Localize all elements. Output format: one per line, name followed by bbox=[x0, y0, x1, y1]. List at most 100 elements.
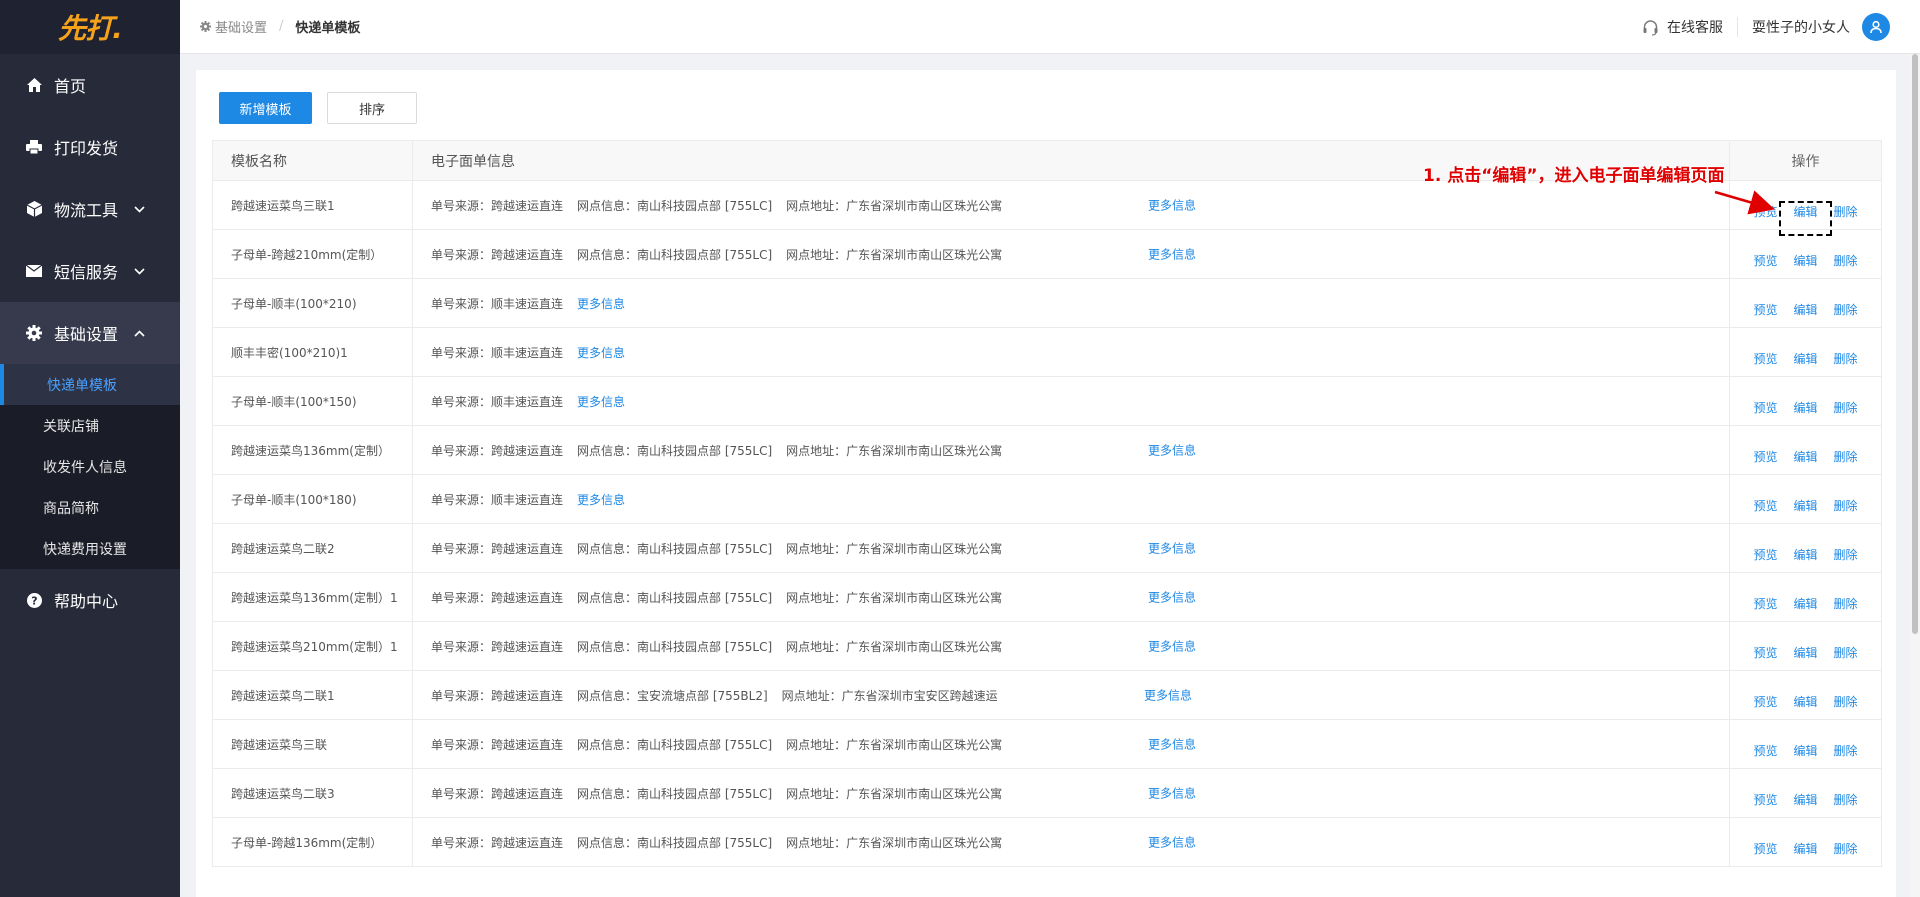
delete-link[interactable]: 删除 bbox=[1834, 301, 1858, 318]
sidebar-subitem-product-alias[interactable]: 商品简称 bbox=[0, 487, 180, 528]
sort-button[interactable]: 排序 bbox=[327, 92, 417, 124]
more-info-link[interactable]: 更多信息 bbox=[1148, 834, 1196, 851]
edit-link[interactable]: 编辑 bbox=[1793, 693, 1817, 710]
delete-link[interactable]: 删除 bbox=[1834, 595, 1858, 612]
preview-link[interactable]: 预览 bbox=[1753, 497, 1777, 514]
sidebar-item-settings[interactable]: 基础设置 bbox=[0, 302, 180, 364]
delete-link[interactable]: 删除 bbox=[1834, 448, 1858, 465]
waybill-info-line: 单号来源：顺丰速运直连 更多信息 bbox=[431, 393, 1729, 410]
vertical-scrollbar[interactable] bbox=[1910, 54, 1920, 897]
waybill-address: 网点地址：广东省深圳市南山区珠光公寓 bbox=[786, 198, 1003, 213]
waybill-source: 单号来源：跨越速运直连 bbox=[431, 688, 564, 703]
preview-link[interactable]: 预览 bbox=[1753, 350, 1777, 367]
delete-link[interactable]: 删除 bbox=[1834, 350, 1858, 367]
sidebar-item-print[interactable]: 打印发货 bbox=[0, 116, 180, 178]
edit-link[interactable]: 编辑 bbox=[1793, 448, 1817, 465]
edit-link[interactable]: 编辑 bbox=[1793, 350, 1817, 367]
svg-text:?: ? bbox=[31, 594, 37, 607]
delete-link[interactable]: 删除 bbox=[1834, 252, 1858, 269]
sidebar-item-sms[interactable]: 短信服务 bbox=[0, 240, 180, 302]
waybill-address: 网点地址：广东省深圳市南山区珠光公寓 bbox=[786, 786, 1003, 801]
topbar: 基础设置 / 快递单模板 在线客服 耍性子的小女人 bbox=[180, 0, 1920, 54]
row-actions-group: 预览 编辑 删除 bbox=[1730, 240, 1881, 269]
edit-link[interactable]: 编辑 bbox=[1793, 301, 1817, 318]
sidebar-item-label: 打印发货 bbox=[54, 139, 119, 158]
username[interactable]: 耍性子的小女人 bbox=[1752, 17, 1850, 37]
delete-link[interactable]: 删除 bbox=[1834, 840, 1858, 857]
more-info-link[interactable]: 更多信息 bbox=[1148, 638, 1196, 655]
more-info-link[interactable]: 更多信息 bbox=[577, 295, 625, 312]
delete-link[interactable]: 删除 bbox=[1834, 791, 1858, 808]
more-info-link[interactable]: 更多信息 bbox=[577, 491, 625, 508]
delete-link[interactable]: 删除 bbox=[1834, 644, 1858, 661]
preview-link[interactable]: 预览 bbox=[1753, 546, 1777, 563]
more-info-link[interactable]: 更多信息 bbox=[1148, 589, 1196, 606]
waybill-source: 单号来源：顺丰速运直连 bbox=[431, 492, 564, 507]
scrollbar-thumb[interactable] bbox=[1912, 54, 1918, 634]
edit-link[interactable]: 编辑 bbox=[1793, 252, 1817, 269]
edit-link[interactable]: 编辑 bbox=[1793, 546, 1817, 563]
delete-link[interactable]: 删除 bbox=[1834, 203, 1858, 220]
edit-link[interactable]: 编辑 bbox=[1793, 497, 1817, 514]
avatar[interactable] bbox=[1862, 13, 1890, 41]
sidebar-item-logistics[interactable]: 物流工具 bbox=[0, 178, 180, 240]
edit-link[interactable]: 编辑 bbox=[1793, 742, 1817, 759]
more-info-link[interactable]: 更多信息 bbox=[1148, 540, 1196, 557]
sidebar-item-home[interactable]: 首页 bbox=[0, 54, 180, 116]
preview-link[interactable]: 预览 bbox=[1753, 301, 1777, 318]
template-name: 跨越速运菜鸟136mm(定制）1 bbox=[212, 572, 413, 622]
preview-link[interactable]: 预览 bbox=[1753, 644, 1777, 661]
more-info-link[interactable]: 更多信息 bbox=[1148, 736, 1196, 753]
preview-link[interactable]: 预览 bbox=[1753, 448, 1777, 465]
preview-link[interactable]: 预览 bbox=[1753, 203, 1777, 220]
preview-link[interactable]: 预览 bbox=[1753, 840, 1777, 857]
edit-link[interactable]: 编辑 bbox=[1793, 791, 1817, 808]
more-info-link[interactable]: 更多信息 bbox=[577, 344, 625, 361]
preview-link[interactable]: 预览 bbox=[1753, 791, 1777, 808]
sidebar-subitem-shipping-fee[interactable]: 快递费用设置 bbox=[0, 528, 180, 569]
preview-link[interactable]: 预览 bbox=[1753, 595, 1777, 612]
logo[interactable]: 先打. bbox=[0, 0, 180, 54]
preview-link[interactable]: 预览 bbox=[1753, 742, 1777, 759]
edit-link[interactable]: 编辑 bbox=[1793, 840, 1817, 857]
more-info-link[interactable]: 更多信息 bbox=[1148, 785, 1196, 802]
waybill-info-line: 单号来源：顺丰速运直连 更多信息 bbox=[431, 344, 1729, 361]
edit-link[interactable]: 编辑 bbox=[1793, 595, 1817, 612]
table-row: 子母单-顺丰(100*180) 单号来源：顺丰速运直连 更多信息 预览 编辑 删除 bbox=[212, 474, 1882, 524]
waybill-info: 单号来源：跨越速运直连 网点信息：南山科技园点部 [755LC] 网点地址：广东省深… bbox=[412, 229, 1730, 279]
delete-link[interactable]: 删除 bbox=[1834, 693, 1858, 710]
more-info-link[interactable]: 更多信息 bbox=[577, 393, 625, 410]
sidebar-subitem-shops[interactable]: 关联店铺 bbox=[0, 405, 180, 446]
gear-icon bbox=[26, 325, 42, 341]
preview-link[interactable]: 预览 bbox=[1753, 252, 1777, 269]
waybill-info: 单号来源：跨越速运直连 网点信息：南山科技园点部 [755LC] 网点地址：广东省深… bbox=[412, 572, 1730, 622]
sidebar-subitem-templates[interactable]: 快递单模板 bbox=[0, 364, 180, 405]
delete-link[interactable]: 删除 bbox=[1834, 742, 1858, 759]
waybill-point: 网点信息：南山科技园点部 [755LC] bbox=[577, 835, 773, 850]
delete-link[interactable]: 删除 bbox=[1834, 399, 1858, 416]
more-info-link[interactable]: 更多信息 bbox=[1148, 246, 1196, 263]
more-info-link[interactable]: 更多信息 bbox=[1148, 442, 1196, 459]
sidebar-item-help[interactable]: ? 帮助中心 bbox=[0, 569, 180, 631]
preview-link[interactable]: 预览 bbox=[1753, 399, 1777, 416]
delete-link[interactable]: 删除 bbox=[1834, 497, 1858, 514]
online-service-link[interactable]: 在线客服 bbox=[1642, 17, 1738, 37]
add-template-button[interactable]: 新增模板 bbox=[219, 92, 312, 124]
delete-link[interactable]: 删除 bbox=[1834, 546, 1858, 563]
more-info-link[interactable]: 更多信息 bbox=[1144, 687, 1192, 704]
waybill-point: 网点信息：南山科技园点部 [755LC] bbox=[577, 541, 773, 556]
more-info-link[interactable]: 更多信息 bbox=[1148, 197, 1196, 214]
row-actions: 预览 编辑 删除 bbox=[1729, 327, 1882, 377]
sidebar-subitem-contacts[interactable]: 收发件人信息 bbox=[0, 446, 180, 487]
breadcrumb-item-settings[interactable]: 基础设置 bbox=[200, 17, 267, 36]
edit-link[interactable]: 编辑 bbox=[1793, 644, 1817, 661]
template-name: 子母单-跨越136mm(定制） bbox=[212, 817, 413, 867]
preview-link[interactable]: 预览 bbox=[1753, 693, 1777, 710]
settings-submenu: 快递单模板 关联店铺 收发件人信息 商品简称 快递费用设置 bbox=[0, 364, 180, 569]
template-name: 子母单-顺丰(100*150) bbox=[212, 376, 413, 426]
sidebar-item-label: 物流工具 bbox=[54, 201, 119, 220]
waybill-address: 网点地址：广东省深圳市南山区珠光公寓 bbox=[786, 590, 1003, 605]
edit-link[interactable]: 编辑 bbox=[1793, 399, 1817, 416]
waybill-address: 网点地址：广东省深圳市南山区珠光公寓 bbox=[786, 639, 1003, 654]
table-row: 子母单-跨越210mm(定制） 单号来源：跨越速运直连 网点信息：南山科技园点部 [… bbox=[212, 229, 1882, 279]
